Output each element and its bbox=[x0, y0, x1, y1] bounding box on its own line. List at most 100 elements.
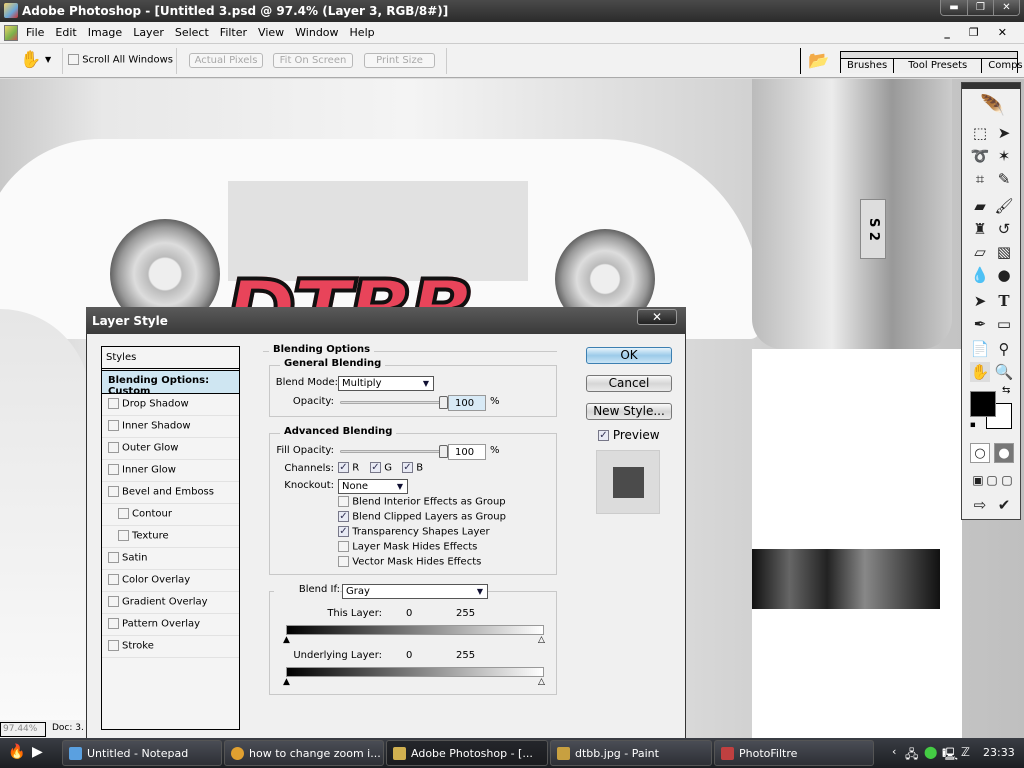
underlying-black-slider[interactable]: ▲ bbox=[283, 678, 290, 687]
zoom-tool-icon[interactable]: 🔍 bbox=[994, 362, 1014, 382]
checkbox[interactable] bbox=[108, 640, 119, 651]
task-photofiltre[interactable]: PhotoFiltre bbox=[714, 740, 874, 766]
knockout-select[interactable]: None bbox=[338, 479, 408, 494]
language-icon[interactable]: ℤ bbox=[961, 745, 970, 759]
style-bevel-emboss[interactable]: Bevel and Emboss bbox=[102, 482, 239, 504]
default-colors-icon[interactable]: ◾ bbox=[970, 420, 976, 429]
eraser-tool-icon[interactable]: ▱ bbox=[970, 242, 990, 262]
type-tool-icon[interactable]: T bbox=[994, 291, 1014, 311]
menu-select[interactable]: Select bbox=[175, 26, 209, 39]
checkbox[interactable] bbox=[108, 552, 119, 563]
this-layer-white-slider[interactable]: △ bbox=[538, 636, 545, 645]
checkbox[interactable] bbox=[108, 442, 119, 453]
file-browser-icon[interactable]: 📂 bbox=[808, 51, 829, 71]
dodge-tool-icon[interactable]: ● bbox=[994, 265, 1014, 285]
style-drop-shadow[interactable]: Drop Shadow bbox=[102, 394, 239, 416]
gradient-tool-icon[interactable]: ▧ bbox=[994, 242, 1014, 262]
fill-opacity-slider-thumb[interactable] bbox=[439, 445, 448, 458]
crop-tool-icon[interactable]: ⌗ bbox=[970, 169, 990, 189]
standard-mode-icon[interactable]: ○ bbox=[970, 443, 990, 463]
fit-on-screen-button[interactable]: Fit On Screen bbox=[273, 53, 353, 68]
style-blending-options[interactable]: Blending Options: Custom bbox=[102, 371, 239, 397]
opacity-input[interactable]: 100 bbox=[448, 395, 486, 411]
style-contour[interactable]: Contour bbox=[102, 504, 239, 526]
channel-r-checkbox[interactable]: ✓ R bbox=[338, 462, 359, 474]
doc-close-button[interactable]: ✕ bbox=[998, 26, 1007, 39]
tool-preset-dropdown[interactable]: ▼ bbox=[45, 55, 51, 64]
healing-brush-tool-icon[interactable]: ▰ bbox=[970, 196, 990, 216]
checkbox[interactable] bbox=[108, 486, 119, 497]
task-photoshop[interactable]: Adobe Photoshop - [... bbox=[386, 740, 548, 766]
tab-brushes[interactable]: Brushes bbox=[841, 59, 895, 73]
move-tool-icon[interactable]: ➤ bbox=[994, 123, 1014, 143]
clock[interactable]: 23:33 bbox=[983, 746, 1015, 759]
commit-icon[interactable]: ✔ bbox=[994, 495, 1014, 515]
cancel-button[interactable]: Cancel bbox=[586, 375, 672, 392]
print-size-button[interactable]: Print Size bbox=[364, 53, 435, 68]
foreground-color-swatch[interactable] bbox=[970, 391, 996, 417]
task-browser[interactable]: how to change zoom i... bbox=[224, 740, 384, 766]
slice-tool-icon[interactable]: ✎ bbox=[994, 169, 1014, 189]
menu-help[interactable]: Help bbox=[350, 26, 375, 39]
show-hidden-icons-button[interactable]: ‹ bbox=[892, 745, 896, 758]
task-notepad[interactable]: Untitled - Notepad bbox=[62, 740, 222, 766]
brush-tool-icon[interactable]: 🖌 bbox=[994, 196, 1014, 216]
ok-button[interactable]: OK bbox=[586, 347, 672, 364]
monitor-icon[interactable]: 🖳 bbox=[942, 745, 958, 766]
zoom-level-field[interactable]: 97.44% bbox=[0, 722, 46, 737]
dialog-close-button[interactable]: ✕ bbox=[637, 309, 677, 325]
opacity-slider-thumb[interactable] bbox=[439, 396, 448, 409]
checkbox[interactable] bbox=[108, 596, 119, 607]
jump-to-imageready-icon[interactable]: ⇨ bbox=[970, 495, 990, 515]
shape-tool-icon[interactable]: ▭ bbox=[994, 314, 1014, 334]
blend-interior-effects-checkbox[interactable]: Blend Interior Effects as Group bbox=[338, 496, 506, 508]
style-gradient-overlay[interactable]: Gradient Overlay bbox=[102, 592, 239, 614]
preview-checkbox[interactable]: ✓ Preview bbox=[598, 428, 660, 442]
hand-icon[interactable]: ✋ bbox=[20, 50, 41, 70]
eyedropper-tool-icon[interactable]: ⚲ bbox=[994, 339, 1014, 359]
style-satin[interactable]: Satin bbox=[102, 548, 239, 570]
swap-colors-icon[interactable]: ⇆ bbox=[1002, 385, 1010, 396]
styles-header[interactable]: Styles bbox=[102, 347, 239, 371]
task-paint[interactable]: dtbb.jpg - Paint bbox=[550, 740, 712, 766]
path-selection-tool-icon[interactable]: ➤ bbox=[970, 291, 990, 311]
feather-icon[interactable]: 🪶 bbox=[980, 93, 1020, 117]
checkbox[interactable] bbox=[118, 508, 129, 519]
menu-file[interactable]: File bbox=[26, 26, 44, 39]
checkbox[interactable] bbox=[108, 464, 119, 475]
channel-g-checkbox[interactable]: ✓ G bbox=[370, 462, 392, 474]
pen-tool-icon[interactable]: ✒ bbox=[970, 314, 990, 334]
style-color-overlay[interactable]: Color Overlay bbox=[102, 570, 239, 592]
minimize-button[interactable]: ▬ bbox=[941, 0, 967, 15]
checkbox[interactable] bbox=[108, 420, 119, 431]
tray-app-icon[interactable]: ⬤ bbox=[924, 745, 937, 759]
close-button[interactable]: ✕ bbox=[993, 0, 1019, 15]
quick-mask-mode-icon[interactable]: ● bbox=[994, 443, 1014, 463]
actual-pixels-button[interactable]: Actual Pixels bbox=[189, 53, 263, 68]
opacity-slider[interactable] bbox=[340, 396, 448, 409]
new-style-button[interactable]: New Style... bbox=[586, 403, 672, 420]
menu-image[interactable]: Image bbox=[88, 26, 122, 39]
blur-tool-icon[interactable]: 💧 bbox=[970, 265, 990, 285]
checkbox[interactable] bbox=[108, 574, 119, 585]
blend-mode-select[interactable]: Multiply bbox=[338, 376, 434, 391]
quick-launch-icon[interactable]: 🔥 bbox=[8, 744, 25, 760]
checkbox[interactable] bbox=[118, 530, 129, 541]
style-outer-glow[interactable]: Outer Glow bbox=[102, 438, 239, 460]
notes-tool-icon[interactable]: 📄 bbox=[970, 339, 990, 359]
style-inner-glow[interactable]: Inner Glow bbox=[102, 460, 239, 482]
magic-wand-tool-icon[interactable]: ✶ bbox=[994, 146, 1014, 166]
menu-window[interactable]: Window bbox=[295, 26, 338, 39]
style-stroke[interactable]: Stroke bbox=[102, 636, 239, 658]
checkbox[interactable] bbox=[108, 398, 119, 409]
channel-b-checkbox[interactable]: ✓ B bbox=[402, 462, 423, 474]
document-icon[interactable] bbox=[4, 25, 18, 41]
doc-restore-button[interactable]: ❐ bbox=[969, 26, 979, 39]
doc-minimize-button[interactable]: _ bbox=[944, 26, 950, 39]
network-icon[interactable]: 🖧 bbox=[905, 745, 918, 766]
style-texture[interactable]: Texture bbox=[102, 526, 239, 548]
checkbox[interactable] bbox=[108, 618, 119, 629]
tab-tool-presets[interactable]: Tool Presets bbox=[894, 59, 983, 73]
history-brush-tool-icon[interactable]: ↺ bbox=[994, 219, 1014, 239]
menu-layer[interactable]: Layer bbox=[133, 26, 164, 39]
